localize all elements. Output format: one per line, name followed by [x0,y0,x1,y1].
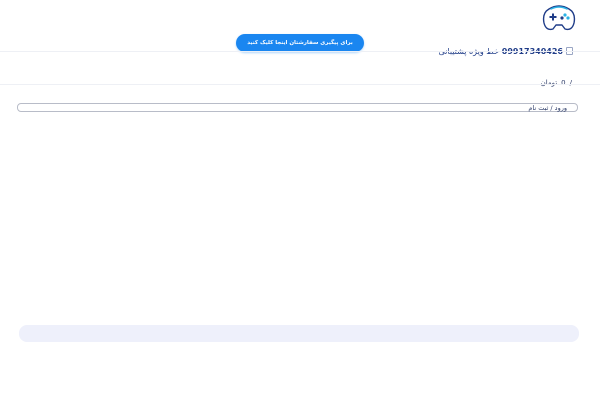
cart-separator: / [569,79,572,87]
track-order-button[interactable]: برای پیگیری سفارشتان اینجا کلیک کنید [236,34,364,52]
login-register-link[interactable]: ورود / ثبت نام [528,103,567,113]
gamepad-icon[interactable] [541,3,577,35]
cart-amount: 0 [561,79,566,87]
account-bar: ورود / ثبت نام [17,103,578,112]
nav-divider [0,84,600,85]
header-divider [0,51,600,52]
cart-currency: تومان [540,79,558,87]
footer-band [19,325,579,342]
cart-summary[interactable]: / 0 تومان [541,78,572,88]
